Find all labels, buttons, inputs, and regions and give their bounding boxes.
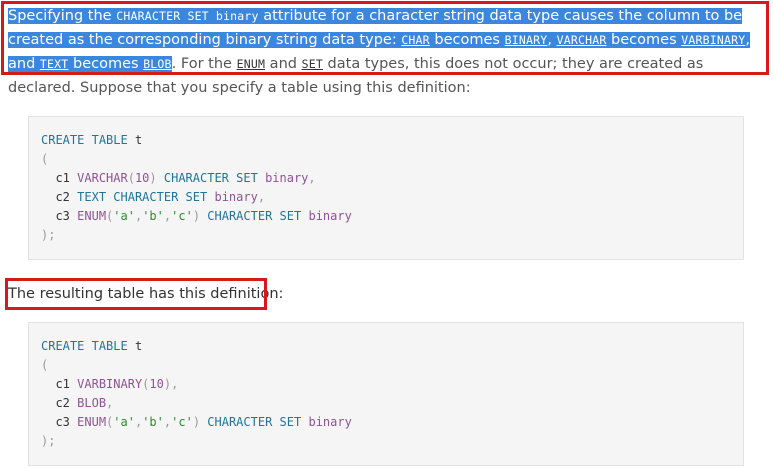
text: ,: [547, 32, 557, 48]
number: 10: [149, 377, 164, 391]
type: BLOB: [77, 396, 107, 410]
link-varchar[interactable]: VARCHAR: [557, 33, 607, 47]
type: ENUM: [77, 415, 107, 429]
punct: ): [163, 377, 172, 391]
text: becomes: [68, 56, 144, 72]
link-varbinary[interactable]: VARBINARY: [681, 33, 745, 47]
type: binary: [308, 209, 352, 223]
punct: ,: [308, 171, 316, 185]
kw: TEXT: [77, 190, 107, 204]
string: 'a': [113, 209, 135, 223]
link-binary[interactable]: BINARY: [505, 33, 548, 47]
punct: (: [127, 171, 135, 185]
punct: ): [149, 171, 157, 185]
string: 'a': [113, 415, 135, 429]
code-block-definition[interactable]: CREATE TABLE t( c1 VARCHAR(10) CHARACTER…: [28, 116, 744, 260]
string: 'b': [142, 209, 164, 223]
type: binary: [265, 171, 309, 185]
code-line: );: [41, 226, 731, 245]
identifier: c3: [55, 209, 70, 223]
code-line: CREATE TABLE t: [41, 131, 731, 150]
code-block-result[interactable]: CREATE TABLE t ( c1 VARBINARY(10), c2 BLO…: [28, 322, 744, 466]
kw: SET: [279, 415, 302, 429]
text: becomes: [606, 32, 682, 48]
code-line: c1 VARCHAR(10) CHARACTER SET binary,: [41, 169, 731, 188]
punct: ,: [106, 396, 114, 410]
code-line: (: [41, 356, 731, 375]
kw: CHARACTER: [163, 171, 229, 185]
kw: TABLE: [91, 339, 128, 353]
type: ENUM: [77, 209, 107, 223]
type: VARCHAR: [77, 171, 128, 185]
punct: (: [41, 152, 49, 166]
text: . For the: [171, 56, 237, 72]
kw: CHARACTER: [113, 190, 179, 204]
code-line: c2 TEXT CHARACTER SET binary,: [41, 188, 731, 207]
resulting-table-text: The resulting table has this definition:: [8, 286, 284, 302]
type: binary: [214, 190, 258, 204]
punct: ,: [171, 377, 179, 391]
kw: CREATE: [41, 133, 85, 147]
number: 10: [134, 171, 150, 185]
kw: CHARACTER: [207, 415, 273, 429]
kw: SET: [185, 190, 208, 204]
link-enum[interactable]: ENUM: [237, 57, 266, 71]
type: binary: [308, 415, 352, 429]
punct: ): [192, 415, 201, 429]
code-line: (: [41, 150, 731, 169]
code-line: CREATE TABLE t: [41, 337, 731, 356]
text: and: [265, 56, 302, 72]
text: Specifying the: [8, 8, 117, 24]
kw: SET: [236, 171, 258, 185]
punct: (: [41, 358, 49, 372]
identifier: c1: [55, 377, 70, 391]
code-character-set-binary: CHARACTER SET binary: [116, 9, 259, 23]
code-line: );: [41, 432, 731, 451]
paragraph-intro: Specifying the CHARACTER SET binary attr…: [8, 4, 764, 100]
punct: );: [41, 434, 56, 448]
punct: );: [41, 228, 56, 242]
kw: SET: [279, 209, 302, 223]
identifier: c1: [55, 171, 70, 185]
code-line: c3 ENUM('a','b','c') CHARACTER SET binar…: [41, 413, 731, 432]
identifier: c2: [55, 396, 70, 410]
code-line: c1 VARBINARY(10),: [41, 375, 731, 394]
code-line: c3 ENUM('a','b','c') CHARACTER SET binar…: [41, 207, 731, 226]
punct: ,: [257, 190, 266, 204]
identifier: c3: [55, 415, 70, 429]
text: becomes: [429, 32, 505, 48]
identifier: t: [134, 339, 143, 353]
link-set[interactable]: SET: [302, 57, 323, 71]
string: 'c': [171, 415, 193, 429]
kw: CREATE: [41, 339, 85, 353]
identifier: c2: [55, 190, 70, 204]
link-text[interactable]: TEXT: [40, 57, 69, 71]
link-blob[interactable]: BLOB: [143, 57, 172, 71]
link-char[interactable]: CHAR: [401, 33, 430, 47]
punct: ): [192, 209, 201, 223]
type: VARBINARY: [77, 377, 143, 391]
identifier: t: [134, 133, 143, 147]
kw: CHARACTER: [207, 209, 273, 223]
kw: TABLE: [91, 133, 128, 147]
code-line: c2 BLOB,: [41, 394, 731, 413]
string: 'c': [171, 209, 193, 223]
string: 'b': [142, 415, 164, 429]
